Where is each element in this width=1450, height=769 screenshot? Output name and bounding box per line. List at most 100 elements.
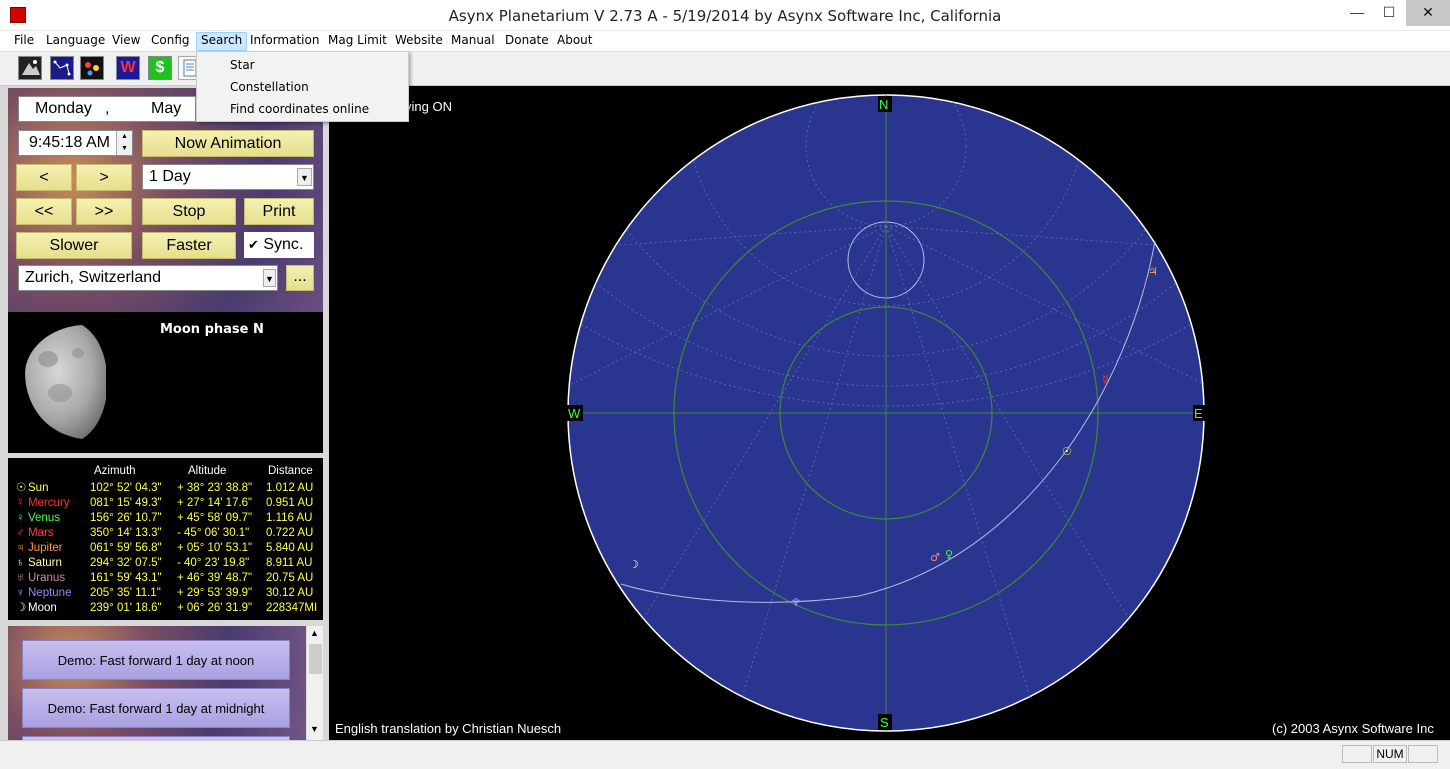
status-bar: NUM <box>0 740 1450 769</box>
w-icon[interactable]: W <box>116 56 140 80</box>
status-cell <box>1342 745 1372 763</box>
date-field[interactable]: Monday , May <box>18 96 196 122</box>
altitude-value: + 05° 10' 53.1" <box>177 542 253 554</box>
planet-name: Sun <box>28 482 49 494</box>
col-azimuth: Azimuth <box>94 465 136 477</box>
col-altitude: Altitude <box>188 465 227 477</box>
menu-website[interactable]: Website <box>391 32 447 51</box>
east-label: E <box>1194 406 1203 421</box>
time-field[interactable]: 9:45:18 AM ▲ ▼ <box>18 130 133 156</box>
menu-language[interactable]: Language <box>42 32 109 51</box>
altitude-value: + 45° 58' 09.7" <box>177 512 253 524</box>
now-animation-button[interactable]: Now Animation <box>142 130 314 157</box>
distance-value: 20.75 AU <box>266 572 314 584</box>
altitude-value: - 45° 06' 30.1" <box>177 527 250 539</box>
faster-button[interactable]: Faster <box>142 232 236 259</box>
close-button[interactable]: ✕ <box>1406 0 1450 26</box>
distance-value: 1.116 AU <box>266 512 313 524</box>
sync-checkbox[interactable]: ✔ Sync. <box>244 232 314 258</box>
menu-config[interactable]: Config <box>147 32 194 51</box>
menu-donate[interactable]: Donate <box>501 32 553 51</box>
step-select[interactable]: 1 Day ▼ <box>142 164 314 190</box>
table-row: ♂ Mars 350° 14' 13.3" - 45° 06' 30.1" 0.722 … <box>8 526 323 541</box>
menu-item-constellation[interactable]: Constellation <box>230 80 309 94</box>
mercury-marker[interactable]: ☿ <box>1102 373 1109 386</box>
time-down-icon[interactable]: ▼ <box>116 143 132 155</box>
demo-panel: Demo: Fast forward 1 day at noon Demo: F… <box>8 626 323 740</box>
chevron-down-icon[interactable]: ▼ <box>297 168 312 186</box>
time-value: 9:45:18 AM <box>29 134 110 151</box>
sync-label: Sync. <box>263 236 304 253</box>
table-row: ♄ Saturn 294° 32' 07.5" - 40° 23' 19.8" 8.91… <box>8 556 323 571</box>
demo-scrollbar[interactable]: ▲ ▼ <box>306 626 323 740</box>
menu-about[interactable]: About <box>553 32 596 51</box>
scrollbar-thumb[interactable] <box>309 644 322 674</box>
azimuth-value: 239° 01' 18.6" <box>90 602 162 614</box>
north-label: N <box>879 97 888 112</box>
checkmark-icon: ✔ <box>248 237 259 252</box>
sky-map[interactable]: ♃ ☿ ☉ ♀ ♂ ☽ ♆ N S W E ving ON English translat… <box>329 86 1450 740</box>
distance-value: 1.012 AU <box>266 482 314 494</box>
scroll-down-icon[interactable]: ▼ <box>310 724 319 734</box>
altitude-value: + 29° 53' 39.9" <box>177 587 253 599</box>
slower-button[interactable]: Slower <box>16 232 132 259</box>
table-row: ☽ Moon 239° 01' 18.6" + 06° 26' 31.9" 228347… <box>8 601 323 616</box>
azimuth-value: 081° 15' 49.3" <box>90 497 162 509</box>
maximize-button[interactable]: ☐ <box>1372 0 1406 26</box>
menu-file[interactable]: File <box>10 32 38 51</box>
minimize-button[interactable]: — <box>1342 0 1372 26</box>
menu-information[interactable]: Information <box>246 32 323 51</box>
moon-marker[interactable]: ☽ <box>629 558 639 571</box>
left-panel: Monday , May 9:45:18 AM ▲ ▼ Now Animatio… <box>0 86 329 740</box>
planet-symbol-icon: ♃ <box>16 542 25 554</box>
print-button[interactable]: Print <box>244 198 314 225</box>
forward-button[interactable]: >> <box>76 198 132 225</box>
demo-noon-button[interactable]: Demo: Fast forward 1 day at noon <box>22 640 290 680</box>
altitude-value: + 46° 39' 48.7" <box>177 572 253 584</box>
menu-search[interactable]: Search <box>196 32 248 51</box>
planets-icon[interactable] <box>80 56 104 80</box>
menu-item-star[interactable]: Star <box>230 58 255 72</box>
neptune-marker[interactable]: ♆ <box>791 596 801 609</box>
dollar-icon[interactable]: $ <box>148 56 172 80</box>
distance-value: 228347MI <box>266 602 318 614</box>
jupiter-marker[interactable]: ♃ <box>1148 265 1158 278</box>
planet-data-table: Azimuth Altitude Distance ☉ Sun 102° 52' 0… <box>8 458 323 620</box>
azimuth-value: 061° 59' 56.8" <box>90 542 162 554</box>
menu-item-find-coordinates[interactable]: Find coordinates online <box>230 102 369 116</box>
window-title: Asynx Planetarium V 2.73 A - 5/19/2014 b… <box>448 7 1002 25</box>
distance-value: 30.12 AU <box>266 587 314 599</box>
menu-manual[interactable]: Manual <box>447 32 499 51</box>
location-value: Zurich, Switzerland <box>25 269 162 286</box>
browse-location-button[interactable]: ... <box>286 265 314 291</box>
chevron-down-icon[interactable]: ▼ <box>263 269 276 287</box>
time-up-icon[interactable]: ▲ <box>116 131 132 143</box>
menu-view[interactable]: View <box>108 32 144 51</box>
moon-image <box>25 325 106 439</box>
landscape-icon[interactable] <box>18 56 42 80</box>
moon-phase-panel: Moon phase N <box>8 312 323 453</box>
table-row: ♀ Venus 156° 26' 10.7" + 45° 58' 09.7" 1.116… <box>8 511 323 526</box>
stop-button[interactable]: Stop <box>142 198 236 225</box>
demo-midnight-button[interactable]: Demo: Fast forward 1 day at midnight <box>22 688 290 728</box>
next-button[interactable]: > <box>76 164 132 191</box>
scroll-up-icon[interactable]: ▲ <box>310 628 319 638</box>
copyright-text: (c) 2003 Asynx Software Inc <box>1272 721 1434 736</box>
sun-marker[interactable]: ☉ <box>1062 445 1072 458</box>
planet-symbol-icon: ♄ <box>16 557 25 569</box>
rewind-button[interactable]: << <box>16 198 72 225</box>
west-label: W <box>568 406 581 421</box>
menu-mag-limit[interactable]: Mag Limit <box>324 32 391 51</box>
sky-chart[interactable]: ♃ ☿ ☉ ♀ ♂ ☽ ♆ N S W E ving ON English translat… <box>329 86 1450 740</box>
prev-button[interactable]: < <box>16 164 72 191</box>
search-dropdown-menu: Star Constellation Find coordinates onli… <box>196 51 409 122</box>
table-row: ☿ Mercury 081° 15' 49.3" + 27° 14' 17.6" 0.9… <box>8 496 323 511</box>
mars-marker[interactable]: ♂ <box>930 551 940 564</box>
location-select[interactable]: Zurich, Switzerland ▼ <box>18 265 278 291</box>
num-lock-indicator: NUM <box>1373 745 1407 763</box>
venus-marker[interactable]: ♀ <box>945 548 953 561</box>
distance-value: 5.840 AU <box>266 542 314 554</box>
distance-value: 8.911 AU <box>266 557 313 569</box>
date-day: Monday <box>35 100 92 117</box>
constellation-icon[interactable] <box>50 56 74 80</box>
